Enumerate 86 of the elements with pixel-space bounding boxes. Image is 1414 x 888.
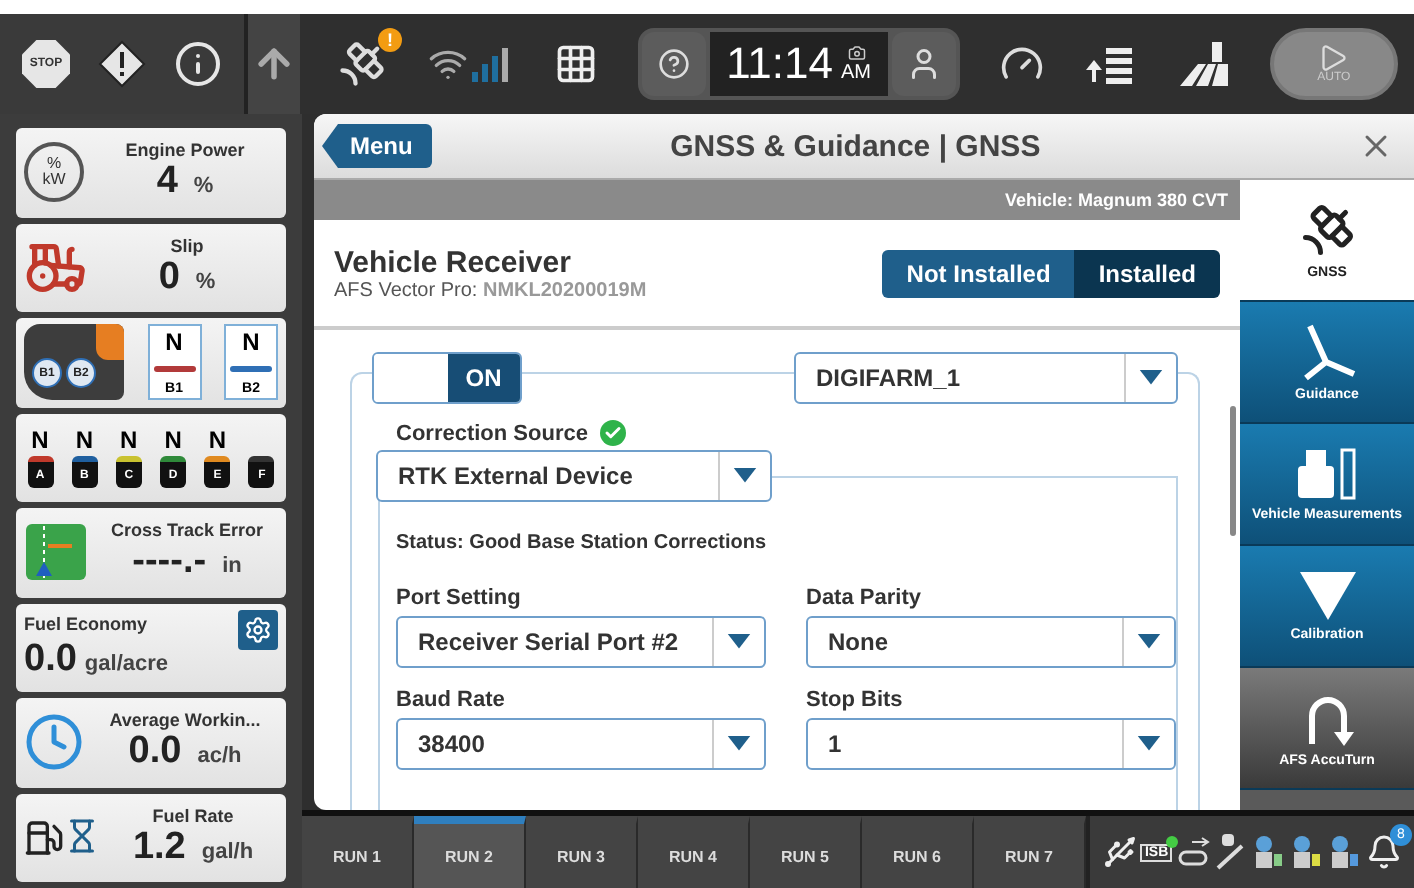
alert-badge: ! bbox=[378, 28, 402, 52]
tile-title: Fuel Rate bbox=[152, 805, 234, 826]
run-tab[interactable]: RUN 4 bbox=[638, 816, 750, 888]
help-button[interactable] bbox=[642, 32, 707, 96]
section-title: Vehicle Receiver bbox=[334, 245, 573, 279]
field-icon[interactable] bbox=[1177, 40, 1230, 88]
settings-icon bbox=[244, 615, 272, 643]
apps-grid-icon[interactable] bbox=[553, 42, 598, 86]
user-button[interactable] bbox=[891, 32, 955, 96]
engine-icon: % kW bbox=[24, 142, 84, 203]
scrollbar[interactable] bbox=[1230, 406, 1236, 536]
operator-icon[interactable] bbox=[1326, 834, 1363, 870]
field-label: Baud Rate bbox=[396, 688, 507, 712]
tile-title: Cross Track Error bbox=[110, 520, 264, 541]
run-tab[interactable]: RUN 7 bbox=[974, 816, 1086, 888]
tile-unit: gal/acre bbox=[84, 651, 169, 676]
tile-value: 4 bbox=[156, 160, 178, 205]
settings-button[interactable] bbox=[238, 609, 278, 649]
info-icon[interactable] bbox=[174, 40, 222, 88]
satellite-icon[interactable] bbox=[336, 38, 388, 90]
configuration-dropdown[interactable]: DIGIFARM_1 bbox=[794, 352, 1178, 404]
install-option[interactable]: Not Installed bbox=[882, 249, 1075, 297]
correction-source-dropdown[interactable]: RTK External Device bbox=[376, 450, 772, 502]
setting-dropdown[interactable]: None bbox=[806, 616, 1176, 668]
dialog-title: GNSS & Guidance | GNSS bbox=[668, 129, 1043, 163]
tile-value: 0 bbox=[158, 255, 180, 300]
clock-icon bbox=[24, 712, 84, 773]
valve-state: N bbox=[120, 426, 138, 455]
run-tab[interactable]: RUN 2 bbox=[414, 816, 526, 888]
valve-state: N bbox=[164, 426, 182, 455]
run-tab[interactable]: RUN 6 bbox=[862, 816, 974, 888]
rtk-toggle[interactable]: ON bbox=[372, 352, 522, 404]
setting-dropdown[interactable]: 1 bbox=[806, 718, 1176, 770]
satellite-icon bbox=[1297, 199, 1357, 260]
tile-unit: gal/h bbox=[201, 839, 254, 864]
operator-icon[interactable] bbox=[1288, 834, 1325, 870]
setting-dropdown[interactable]: 38400 bbox=[396, 718, 766, 770]
valve-state: N bbox=[31, 426, 49, 455]
tile-unit: % bbox=[195, 269, 216, 294]
tractor-ruler-icon bbox=[1293, 445, 1361, 502]
slash-icon[interactable] bbox=[1214, 834, 1247, 870]
metric-tile[interactable]: Cross Track Error ----.- in bbox=[16, 508, 286, 597]
down-triangle-icon bbox=[1297, 569, 1357, 622]
tile-value: 0.0 bbox=[24, 637, 77, 682]
usb-icon[interactable] bbox=[1102, 834, 1138, 870]
field-track-icon bbox=[24, 522, 88, 583]
metric-tile[interactable]: Fuel Economy 0.0 gal/acre bbox=[16, 603, 286, 692]
camera-icon bbox=[847, 44, 865, 62]
metric-tile[interactable]: Fuel Rate 1.2 gal/h bbox=[16, 793, 286, 882]
receiver-model: AFS Vector Pro: NMKL20200019M bbox=[334, 279, 647, 301]
triangle-icon bbox=[1319, 44, 1348, 72]
clock-display: 11:14 AM bbox=[710, 32, 887, 96]
metric-tile[interactable]: Slip 0 % bbox=[16, 223, 286, 312]
fuel-rate-icon bbox=[24, 817, 100, 858]
setting-dropdown[interactable]: Receiver Serial Port #2 bbox=[396, 616, 766, 668]
tile-unit: ac/h bbox=[197, 744, 242, 769]
metric-tile[interactable]: Average Workin... 0.0 ac/h bbox=[16, 698, 286, 787]
status-text: Status: Good Base Station Corrections bbox=[396, 532, 767, 554]
tile-value: 1.2 bbox=[132, 825, 186, 870]
field-label: Stop Bits bbox=[806, 688, 905, 712]
tile-unit: in bbox=[222, 554, 242, 579]
tile-title: Fuel Economy bbox=[24, 613, 148, 634]
implement-icon[interactable] bbox=[1175, 836, 1212, 868]
field-label: Data Parity bbox=[806, 586, 923, 610]
metric-tile[interactable]: % kW Engine Power 4 % bbox=[16, 128, 286, 217]
field-label: Correction Source bbox=[396, 421, 588, 445]
menu-button[interactable]: Menu bbox=[322, 124, 433, 168]
valve-state: N bbox=[208, 426, 227, 455]
install-option[interactable]: Installed bbox=[1074, 249, 1220, 297]
list-arrow-icon[interactable] bbox=[1084, 44, 1137, 84]
vehicle-name: Vehicle: Magnum 380 CVT bbox=[1004, 190, 1228, 210]
run-tab[interactable]: RUN 5 bbox=[750, 816, 862, 888]
warning-icon[interactable] bbox=[98, 40, 146, 88]
wifi-signal-icon[interactable] bbox=[428, 44, 513, 84]
help-icon bbox=[658, 48, 691, 80]
run-tab[interactable]: RUN 1 bbox=[302, 816, 414, 888]
tile-value: 0.0 bbox=[128, 730, 182, 775]
run-tab[interactable]: RUN 3 bbox=[526, 816, 638, 888]
tile-unit: % bbox=[193, 174, 214, 199]
tile-title: Engine Power bbox=[125, 140, 245, 161]
tile-title: Slip bbox=[170, 235, 204, 256]
tile-value: ----.- bbox=[132, 540, 207, 585]
tile-title: Average Workin... bbox=[109, 710, 261, 731]
arrow-up-icon[interactable] bbox=[252, 42, 296, 86]
valve-state: N bbox=[75, 426, 94, 455]
field-label: Port Setting bbox=[396, 586, 523, 610]
